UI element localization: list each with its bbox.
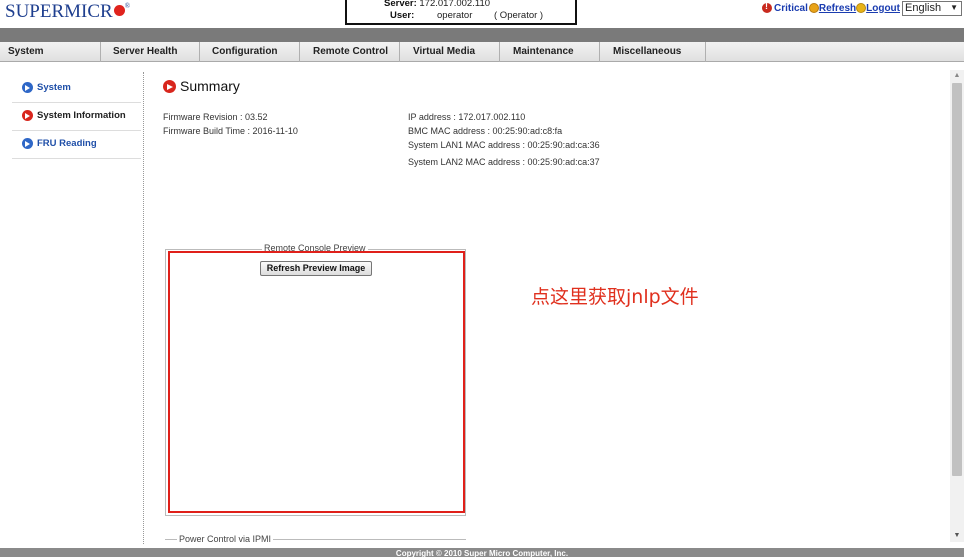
critical-icon[interactable]: [761, 1, 772, 13]
arrow-right-icon: [22, 82, 33, 93]
logo-o-dot: [113, 5, 125, 16]
footer-copyright: Copyright © 2010 Super Micro Computer, I…: [0, 548, 964, 557]
annotation-text: 点这里获取jnlp文件: [531, 286, 699, 308]
sidebar-item-system-information[interactable]: System Information: [12, 103, 141, 131]
nav-virtual-media[interactable]: Virtual Media: [400, 42, 500, 62]
language-select[interactable]: English ▼: [902, 0, 962, 16]
sidebar-item-label: System: [37, 82, 71, 93]
nav-miscellaneous[interactable]: Miscellaneous: [600, 42, 706, 62]
logout-icon[interactable]: [856, 3, 867, 13]
refresh-link[interactable]: Refresh: [819, 3, 856, 14]
critical-link[interactable]: Critical: [774, 3, 808, 14]
scroll-up-icon[interactable]: ▲: [950, 70, 964, 82]
main-nav: System Server Health Configuration Remot…: [0, 42, 964, 62]
highlight-box: [168, 251, 465, 513]
arrow-right-icon: [22, 138, 33, 149]
firmware-revision: Firmware Revision : 03.52: [163, 112, 268, 122]
language-value: English: [905, 2, 942, 14]
logout-link[interactable]: Logout: [866, 3, 900, 14]
firmware-build-time: Firmware Build Time : 2016-11-10: [163, 126, 298, 136]
header-actions: Critical Refresh Logout English ▼: [761, 0, 962, 16]
sidebar: System System Information FRU Reading: [0, 75, 141, 159]
scroll-down-icon[interactable]: ▼: [950, 530, 964, 542]
nav-top-band: [0, 28, 964, 42]
server-label: Server:: [384, 0, 417, 9]
supermicro-logo: SUPERMICR ®: [5, 1, 131, 22]
refresh-preview-button[interactable]: Refresh Preview Image: [260, 261, 372, 276]
nav-system[interactable]: System: [0, 42, 101, 62]
refresh-icon[interactable]: [808, 3, 819, 13]
user-label: User:: [390, 10, 415, 21]
nav-configuration[interactable]: Configuration: [200, 42, 300, 62]
sidebar-divider: [143, 72, 144, 544]
nav-server-health[interactable]: Server Health: [101, 42, 200, 62]
user-role: ( Operator ): [494, 10, 544, 21]
bmc-mac-address: BMC MAC address : 00:25:90:ad:c8:fa: [408, 126, 563, 136]
power-control-legend: Power Control via IPMI: [177, 534, 274, 544]
user-value: operator: [437, 10, 473, 21]
lan2-mac-address: System LAN2 MAC address : 00:25:90:ad:ca…: [408, 157, 600, 167]
scroll-thumb[interactable]: [952, 83, 962, 476]
nav-remote-control[interactable]: Remote Control: [300, 42, 400, 62]
arrow-right-icon: [22, 110, 33, 121]
page-title: Summary: [180, 78, 240, 94]
header: SUPERMICR ® Server: 172.017.002.110 User:…: [0, 0, 964, 28]
lan1-mac-address: System LAN1 MAC address : 00:25:90:ad:ca…: [408, 140, 600, 150]
sidebar-item-fru-reading[interactable]: FRU Reading: [12, 131, 141, 159]
ip-address: IP address : 172.017.002.110: [408, 112, 526, 122]
chevron-down-icon: ▼: [950, 2, 958, 12]
nav-maintenance[interactable]: Maintenance: [500, 42, 600, 62]
scrollbar[interactable]: ▲ ▼: [950, 70, 964, 542]
server-info-box: Server: 172.017.002.110 User: operator (…: [345, 0, 577, 25]
sidebar-item-system[interactable]: System: [12, 75, 141, 103]
sidebar-item-label: FRU Reading: [37, 138, 97, 149]
arrow-right-icon: [163, 80, 176, 93]
server-value: 172.017.002.110: [419, 0, 491, 9]
sidebar-item-label: System Information: [37, 110, 126, 121]
